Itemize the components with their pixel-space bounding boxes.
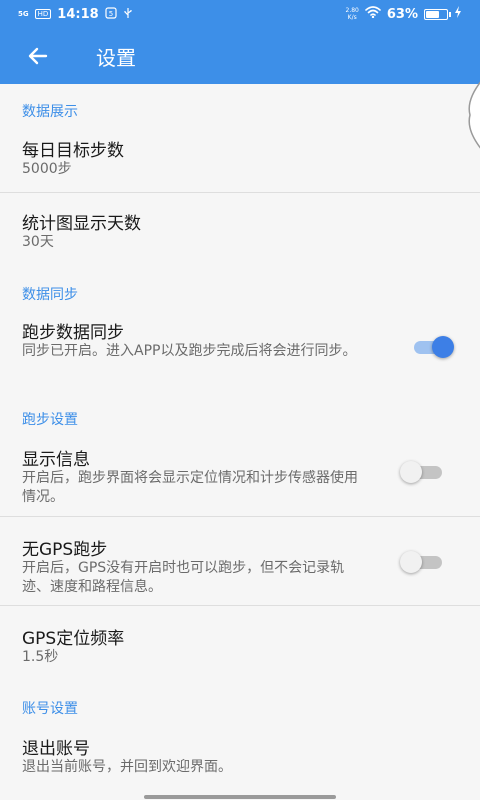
logout-description: 退出当前账号，并回到欢迎界面。 bbox=[22, 759, 232, 775]
status-right: 2.80 K/s 63% bbox=[346, 6, 462, 22]
switch-thumb bbox=[432, 336, 454, 358]
show-info-title: 显示信息 bbox=[22, 450, 90, 470]
status-bar: 5G HD 14:18 5 2.80 K/s 63% bbox=[0, 0, 480, 28]
logout-title: 退出账号 bbox=[22, 739, 90, 759]
no-gps-description: 开启后，GPS没有开启时也可以跑步，但不会记录轨迹、速度和路程信息。 bbox=[22, 560, 345, 595]
run-sync-switch[interactable] bbox=[410, 335, 454, 359]
daily-goal-title: 每日目标步数 bbox=[22, 141, 124, 161]
network-speed: 2.80 K/s bbox=[346, 7, 359, 21]
switch-thumb bbox=[400, 551, 422, 573]
setting-show-info[interactable]: 显示信息 开启后，跑步界面将会显示定位情况和计步传感器使用情况。 bbox=[0, 431, 480, 516]
usb-icon bbox=[123, 7, 133, 22]
switch-thumb bbox=[400, 461, 422, 483]
setting-no-gps[interactable]: 无GPS跑步 开启后，GPS没有开启时也可以跑步，但不会记录轨迹、速度和路程信息… bbox=[0, 517, 480, 605]
svg-text:5: 5 bbox=[108, 10, 112, 18]
battery-fill bbox=[426, 10, 439, 18]
show-info-switch[interactable] bbox=[400, 460, 444, 484]
section-header-sync: 数据同步 bbox=[22, 287, 78, 303]
show-info-description: 开启后，跑步界面将会显示定位情况和计步传感器使用情况。 bbox=[22, 470, 358, 505]
chart-days-value: 30天 bbox=[22, 234, 54, 250]
page-title: 设置 bbox=[96, 45, 136, 70]
setting-logout[interactable]: 退出账号 退出当前账号，并回到欢迎界面。 bbox=[0, 720, 480, 780]
app-bar: 设置 bbox=[0, 28, 480, 84]
setting-daily-goal[interactable]: 每日目标步数 5000步 bbox=[0, 122, 480, 192]
setting-gps-frequency[interactable]: GPS定位频率 1.5秒 bbox=[0, 606, 480, 676]
notification-icon: 5 bbox=[105, 6, 117, 22]
wifi-icon bbox=[365, 6, 381, 22]
hd-indicator: HD bbox=[34, 9, 52, 19]
run-sync-description: 同步已开启。进入APP以及跑步完成后将会进行同步。 bbox=[22, 343, 357, 359]
chart-days-title: 统计图显示天数 bbox=[22, 214, 141, 234]
speed-unit: K/s bbox=[347, 14, 357, 21]
gesture-nav-bar[interactable] bbox=[144, 795, 336, 799]
setting-chart-days[interactable]: 统计图显示天数 30天 bbox=[0, 193, 480, 263]
no-gps-title: 无GPS跑步 bbox=[22, 540, 108, 560]
run-sync-title: 跑步数据同步 bbox=[22, 323, 124, 343]
gps-frequency-value: 1.5秒 bbox=[22, 649, 59, 665]
battery-icon bbox=[424, 8, 451, 20]
gps-frequency-title: GPS定位频率 bbox=[22, 629, 125, 649]
no-gps-switch[interactable] bbox=[400, 550, 444, 574]
charging-icon bbox=[454, 6, 462, 22]
arrow-left-icon bbox=[28, 47, 48, 65]
setting-run-sync[interactable]: 跑步数据同步 同步已开启。进入APP以及跑步完成后将会进行同步。 bbox=[0, 306, 480, 386]
section-header-display: 数据展示 bbox=[22, 104, 78, 120]
back-button[interactable] bbox=[10, 28, 66, 84]
status-time: 14:18 bbox=[57, 6, 99, 22]
network-indicator: 5G bbox=[18, 9, 29, 18]
battery-percent: 63% bbox=[386, 6, 418, 22]
section-header-run: 跑步设置 bbox=[22, 412, 78, 428]
speed-value: 2.80 bbox=[345, 7, 359, 14]
section-header-account: 账号设置 bbox=[22, 701, 78, 717]
daily-goal-value: 5000步 bbox=[22, 161, 72, 177]
status-left: 5G HD 14:18 5 bbox=[18, 7, 133, 22]
settings-list: 数据展示 每日目标步数 5000步 统计图显示天数 30天 数据同步 跑步数据同… bbox=[0, 84, 480, 800]
